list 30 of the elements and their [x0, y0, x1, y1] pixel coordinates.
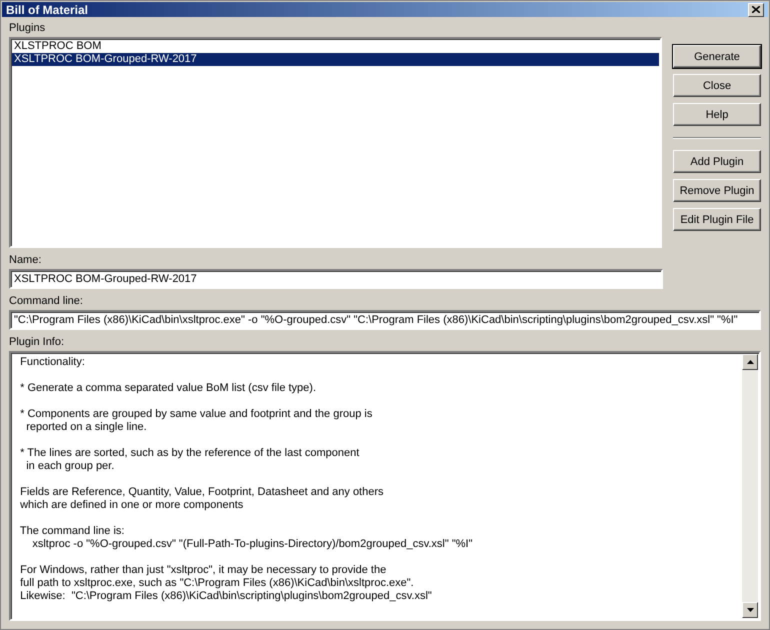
- dialog-button[interactable]: Edit Plugin File: [673, 208, 761, 231]
- dialog-button[interactable]: Help: [673, 103, 761, 126]
- plugins-label: Plugins: [9, 21, 46, 35]
- info-paragraph: * Components are grouped by same value and footprint and the group is reported on a single line.: [19, 408, 374, 434]
- info-paragraph: For Windows, rather than just "xsltproc", it may be necessary to provide the full path to xsltproc.exe, such as "C:\Program Files (x86)\KiCad\bin\xsltproc.exe". Likewise: "C:\Program Files (x86)\KiCad\bin\scripting\plugins\bom2grouped_csv.xsl": [19, 564, 433, 603]
- command-line-field[interactable]: "C:\Program Files (x86)\KiCad\bin\xsltproc.exe" -o "%O-grouped.csv" "C:\Program Files (x86)\KiCad\bin\scripting\plugins\bom2grouped_csv.xsl" "%I": [9, 310, 761, 330]
- down-arrow-icon: [746, 608, 754, 612]
- name-label: Name:: [9, 253, 42, 267]
- plugin-list-item[interactable]: XLSTPROC BOM: [12, 40, 659, 53]
- close-icon: [752, 6, 760, 13]
- info-paragraph: The command line is: xsltproc -o "%O-grouped.csv" "(Full-Path-To-plugins-Directory)/bom2grouped_csv.xsl" "%I": [18, 525, 474, 551]
- dialog-button[interactable]: Generate: [673, 45, 761, 68]
- scroll-up-button[interactable]: [742, 354, 758, 370]
- plugin-info-label: Plugin Info:: [9, 335, 66, 349]
- dialog-button[interactable]: Remove Plugin: [673, 179, 761, 202]
- plugin-list-item[interactable]: XSLTPROC BOM-Grouped-RW-2017: [12, 53, 659, 66]
- up-arrow-icon: [746, 360, 754, 364]
- close-button[interactable]: [748, 2, 764, 16]
- command-line-label: Command line:: [9, 294, 84, 308]
- scroll-down-button[interactable]: [742, 602, 758, 618]
- plugin-info-box[interactable]: [9, 351, 761, 621]
- dialog-button[interactable]: Close: [673, 74, 761, 97]
- name-field[interactable]: XSLTPROC BOM-Grouped-RW-2017: [9, 269, 663, 289]
- info-paragraph: Fields are Reference, Quantity, Value, Footprint, Datasheet and any others which are defined in one or more components: [19, 486, 385, 512]
- info-paragraph: * Generate a comma separated value BoM list (csv file type).: [19, 382, 318, 395]
- info-paragraph: Functionality:: [19, 356, 86, 369]
- info-paragraph: * The lines are sorted, such as by the reference of the last component in each group per.: [19, 447, 360, 473]
- scrollbar[interactable]: [742, 354, 758, 618]
- dialog-button[interactable]: Add Plugin: [673, 150, 761, 173]
- window-title: Bill of Material: [6, 2, 90, 16]
